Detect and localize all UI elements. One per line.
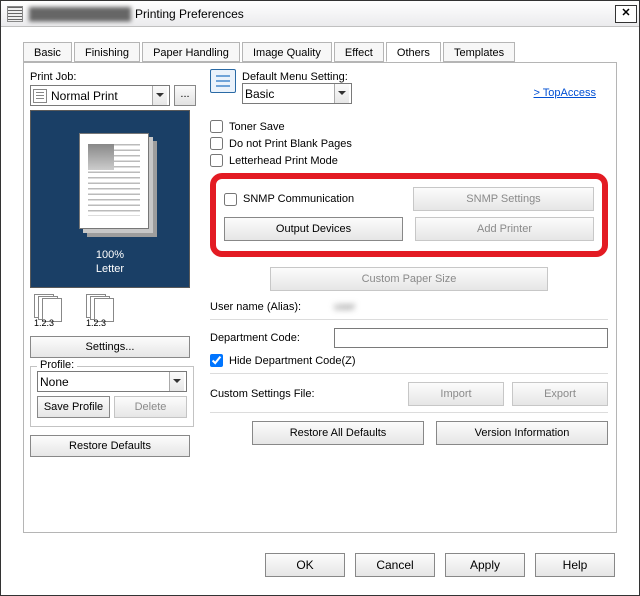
topaccess-link[interactable]: > TopAccess — [534, 87, 596, 99]
tab-finishing[interactable]: Finishing — [74, 42, 140, 62]
dialog-button-row: OK Cancel Apply Help — [265, 553, 615, 577]
close-button[interactable]: ✕ — [615, 5, 637, 23]
tab-strip: Basic Finishing Paper Handling Image Qua… — [23, 41, 617, 63]
ok-button[interactable]: OK — [265, 553, 345, 577]
profile-label: Profile: — [37, 359, 77, 371]
username-value: user — [334, 301, 355, 313]
default-menu-value: Basic — [245, 87, 274, 101]
print-job-combo[interactable]: Normal Print — [30, 85, 170, 106]
add-printer-button: Add Printer — [415, 217, 594, 241]
profile-value: None — [40, 375, 69, 389]
hide-dept-checkbox[interactable]: Hide Department Code(Z) — [210, 354, 608, 367]
tab-page-others: Print Job: Normal Print ... 100% Letter — [23, 62, 617, 533]
highlight-box: SNMP Communication SNMP Settings Output … — [210, 173, 608, 257]
username-label: User name (Alias): — [210, 301, 326, 313]
print-job-value: Normal Print — [51, 89, 118, 103]
default-menu-label: Default Menu Setting: — [242, 71, 528, 83]
titlebar: ████████████Printing Preferences ✕ — [1, 1, 639, 27]
left-column: Print Job: Normal Print ... 100% Letter — [30, 69, 202, 457]
preview-zoom: 100% — [31, 249, 189, 261]
tab-templates[interactable]: Templates — [443, 42, 515, 62]
document-icon — [33, 89, 47, 103]
cancel-button[interactable]: Cancel — [355, 553, 435, 577]
output-devices-button[interactable]: Output Devices — [224, 217, 403, 241]
delete-profile-button: Delete — [114, 396, 187, 418]
version-info-button[interactable]: Version Information — [436, 421, 608, 445]
custom-paper-size-button: Custom Paper Size — [270, 267, 548, 291]
tab-image-quality[interactable]: Image Quality — [242, 42, 332, 62]
letterhead-checkbox[interactable]: Letterhead Print Mode — [210, 154, 608, 167]
blank-pages-checkbox[interactable]: Do not Print Blank Pages — [210, 137, 608, 150]
default-menu-combo[interactable]: Basic — [242, 83, 352, 104]
department-code-label: Department Code: — [210, 332, 326, 344]
collation-row: 1.2.3 1.2.3 — [34, 294, 202, 322]
chevron-down-icon — [334, 84, 349, 103]
print-job-label: Print Job: — [30, 71, 202, 83]
save-profile-button[interactable]: Save Profile — [37, 396, 110, 418]
snmp-settings-button: SNMP Settings — [413, 187, 594, 211]
restore-all-defaults-button[interactable]: Restore All Defaults — [252, 421, 424, 445]
profile-combo[interactable]: None — [37, 371, 187, 392]
right-column: Default Menu Setting: Basic > TopAccess … — [210, 69, 608, 445]
import-button: Import — [408, 382, 504, 406]
collation-stack-icon: 1.2.3 — [86, 294, 114, 322]
preview-media: Letter — [31, 263, 189, 275]
apply-button[interactable]: Apply — [445, 553, 525, 577]
page-preview: 100% Letter — [30, 110, 190, 288]
tab-paper-handling[interactable]: Paper Handling — [142, 42, 240, 62]
page-thumbnail — [79, 133, 149, 229]
chevron-down-icon — [169, 372, 184, 391]
print-job-details-button[interactable]: ... — [174, 85, 196, 106]
menu-setting-icon — [210, 69, 236, 93]
profile-group: Profile: None Save Profile Delete — [30, 366, 194, 427]
printing-preferences-window: ████████████Printing Preferences ✕ Basic… — [0, 0, 640, 596]
export-button: Export — [512, 382, 608, 406]
help-button[interactable]: Help — [535, 553, 615, 577]
tab-effect[interactable]: Effect — [334, 42, 384, 62]
collation-stack-icon: 1.2.3 — [34, 294, 62, 322]
chevron-down-icon — [152, 86, 167, 105]
department-code-input[interactable] — [334, 328, 608, 348]
window-title: ████████████Printing Preferences — [29, 7, 615, 21]
custom-settings-label: Custom Settings File: — [210, 388, 326, 400]
snmp-checkbox[interactable]: SNMP Communication — [224, 193, 403, 206]
restore-defaults-button[interactable]: Restore Defaults — [30, 435, 190, 457]
tab-basic[interactable]: Basic — [23, 42, 72, 62]
tab-others[interactable]: Others — [386, 42, 441, 62]
toner-save-checkbox[interactable]: Toner Save — [210, 120, 608, 133]
dialog-body: Basic Finishing Paper Handling Image Qua… — [1, 27, 639, 595]
printer-icon — [7, 6, 23, 22]
settings-button[interactable]: Settings... — [30, 336, 190, 358]
